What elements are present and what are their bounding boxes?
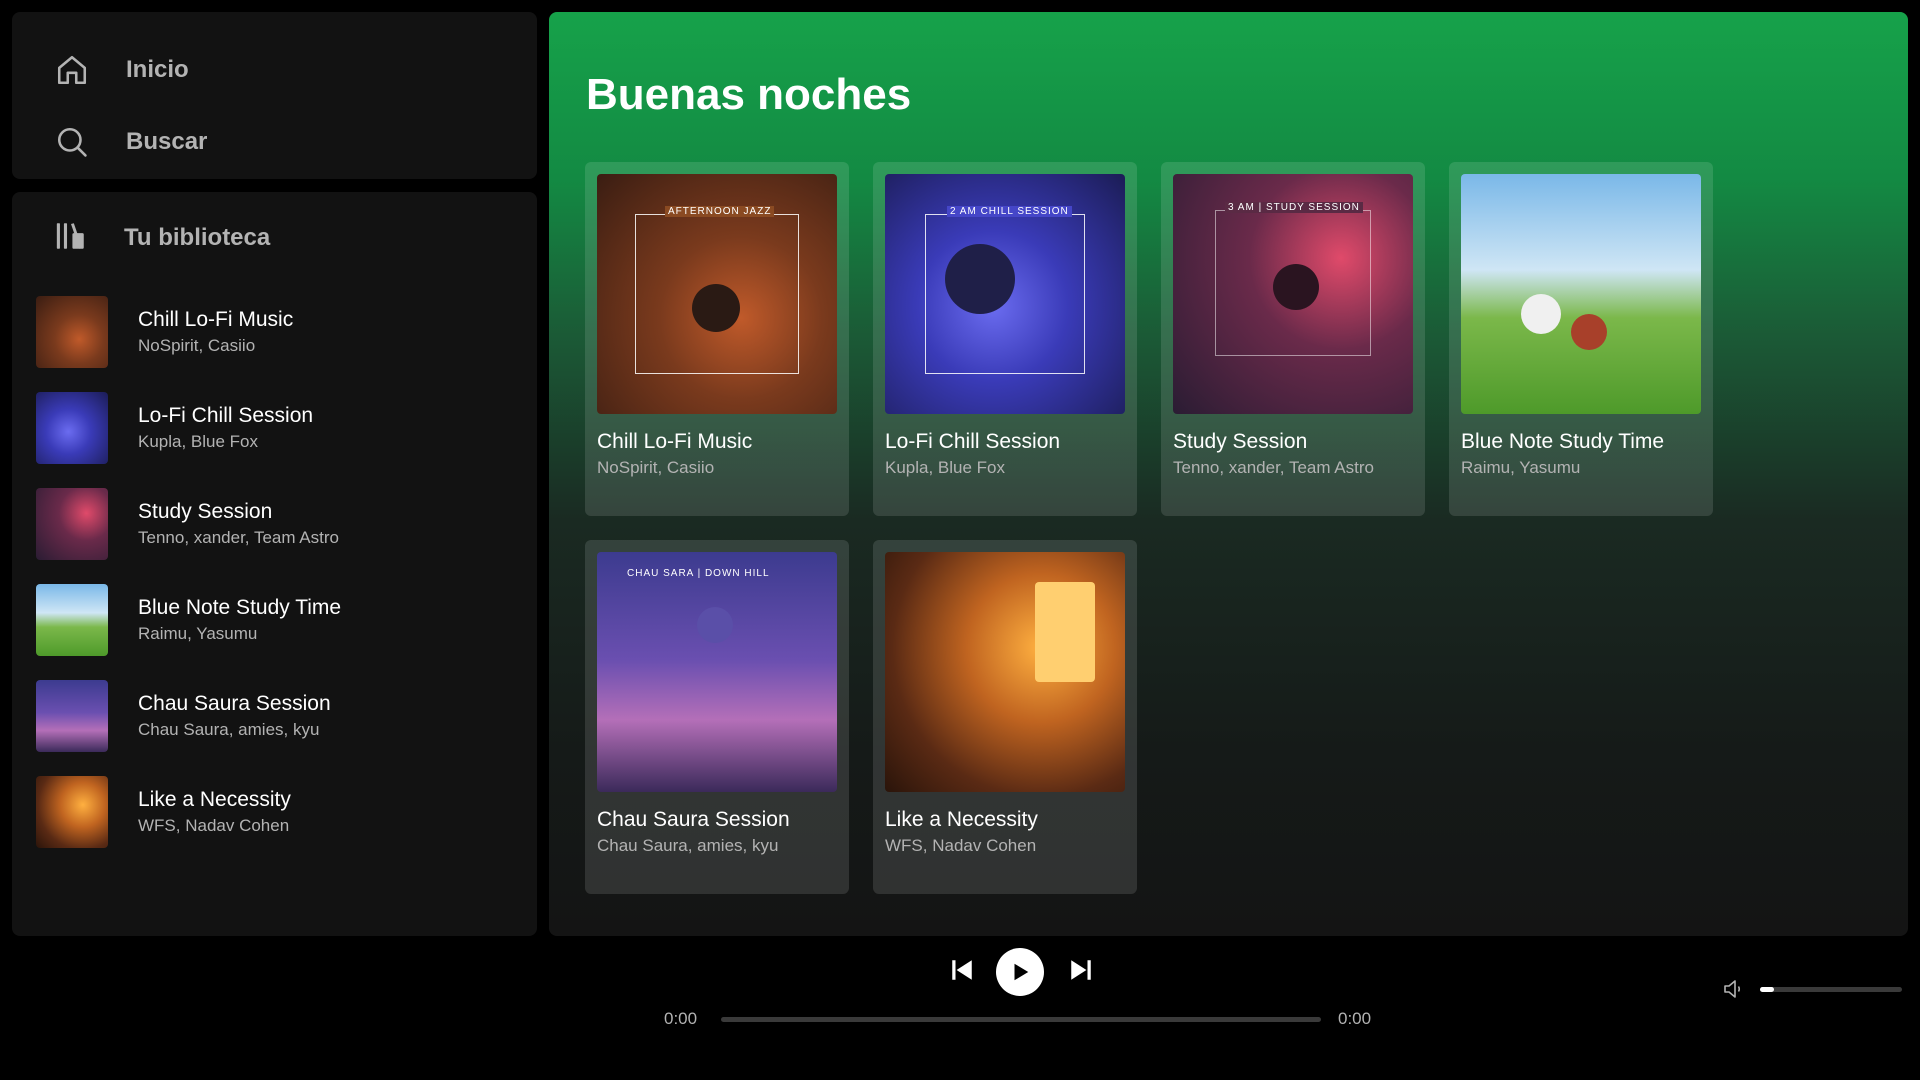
nav-search-label: Buscar	[126, 128, 208, 155]
playlist-card[interactable]: AFTERNOON JAZZ Chill Lo-Fi Music NoSpiri…	[585, 162, 849, 516]
card-artists: WFS, Nadav Cohen	[885, 836, 1037, 855]
library-item-title: Chill Lo-Fi Music	[138, 308, 294, 331]
card-artists: Raimu, Yasumu	[1461, 458, 1581, 477]
library-list: Chill Lo-Fi Music NoSpirit, Casiio Lo-Fi…	[12, 284, 537, 860]
card-title: Lo-Fi Chill Session	[885, 430, 1061, 453]
playlist-card[interactable]: 3 AM | STUDY SESSION Study Session Tenno…	[1161, 162, 1425, 516]
previous-button[interactable]	[944, 952, 980, 988]
library-header[interactable]: Tu biblioteca	[12, 192, 537, 284]
cover-text: 3 AM | STUDY SESSION	[1225, 202, 1363, 213]
card-artists: Tenno, xander, Team Astro	[1173, 458, 1374, 477]
card-artists: Kupla, Blue Fox	[885, 458, 1006, 477]
playlist-card[interactable]: CHAU SARA | DOWN HILL Chau Saura Session…	[585, 540, 849, 894]
playlist-cover	[36, 584, 108, 656]
library-item-title: Like a Necessity	[138, 788, 291, 811]
volume-slider[interactable]	[1760, 987, 1902, 992]
elapsed-time: 0:00	[664, 1009, 698, 1028]
play-icon	[1014, 963, 1029, 981]
cover-text: CHAU SARA | DOWN HILL	[627, 568, 770, 579]
volume-button[interactable]	[1720, 975, 1748, 1003]
card-artists: Chau Saura, amies, kyu	[597, 836, 779, 855]
duration-time: 0:00	[1338, 1009, 1372, 1028]
sidebar-nav: Inicio Buscar	[12, 12, 537, 179]
previous-icon	[952, 960, 972, 980]
library-item-title: Chau Saura Session	[138, 692, 331, 715]
playlist-cover: 3 AM | STUDY SESSION	[1173, 174, 1413, 414]
playlist-cover: 2 AM CHILL SESSION	[885, 174, 1125, 414]
home-icon	[54, 52, 90, 88]
library-item[interactable]: Like a Necessity WFS, Nadav Cohen	[36, 764, 537, 860]
nav-home-label: Inicio	[126, 56, 189, 83]
library-panel: Tu biblioteca Chill Lo-Fi Music NoSpirit…	[12, 192, 537, 936]
playlist-cover	[36, 296, 108, 368]
main-panel: Buenas noches AFTERNOON JAZZ Chill Lo-Fi…	[549, 12, 1908, 936]
card-title: Like a Necessity	[885, 808, 1038, 831]
volume-level	[1760, 987, 1774, 992]
playlist-cover	[36, 488, 108, 560]
playlist-cover: CHAU SARA | DOWN HILL	[597, 552, 837, 792]
cover-text: 2 AM CHILL SESSION	[947, 206, 1072, 217]
page-title: Buenas noches	[586, 70, 912, 119]
library-item[interactable]: Lo-Fi Chill Session Kupla, Blue Fox	[36, 380, 537, 476]
library-item-artists: Chau Saura, amies, kyu	[138, 720, 320, 739]
card-title: Blue Note Study Time	[1461, 430, 1665, 453]
library-item[interactable]: Chau Saura Session Chau Saura, amies, ky…	[36, 668, 537, 764]
speaker-icon	[1724, 980, 1741, 998]
play-button[interactable]	[996, 948, 1044, 996]
search-icon	[54, 124, 90, 160]
card-title: Chau Saura Session	[597, 808, 790, 831]
library-item[interactable]: Chill Lo-Fi Music NoSpirit, Casiio	[36, 284, 537, 380]
library-item-artists: NoSpirit, Casiio	[138, 336, 256, 355]
library-item-artists: Tenno, xander, Team Astro	[138, 528, 339, 547]
next-icon	[1071, 960, 1091, 980]
library-item-title: Study Session	[138, 500, 273, 523]
library-item-title: Blue Note Study Time	[138, 596, 342, 619]
library-icon	[54, 219, 88, 258]
nav-home[interactable]: Inicio	[12, 34, 537, 106]
playlist-cover	[36, 776, 108, 848]
playlist-cover	[36, 680, 108, 752]
playlist-cover: AFTERNOON JAZZ	[597, 174, 837, 414]
playlist-card[interactable]: Blue Note Study Time Raimu, Yasumu	[1449, 162, 1713, 516]
playlist-card[interactable]: Like a Necessity WFS, Nadav Cohen	[873, 540, 1137, 894]
library-item[interactable]: Blue Note Study Time Raimu, Yasumu	[36, 572, 537, 668]
library-title: Tu biblioteca	[124, 224, 271, 251]
library-item-artists: WFS, Nadav Cohen	[138, 816, 290, 835]
progress-bar[interactable]	[721, 1017, 1321, 1022]
playlist-cover	[36, 392, 108, 464]
playlist-cover	[1461, 174, 1701, 414]
library-item-artists: Raimu, Yasumu	[138, 624, 258, 643]
library-item[interactable]: Study Session Tenno, xander, Team Astro	[36, 476, 537, 572]
nav-search[interactable]: Buscar	[12, 106, 537, 178]
playlist-cover	[885, 552, 1125, 792]
library-item-title: Lo-Fi Chill Session	[138, 404, 314, 427]
card-artists: NoSpirit, Casiio	[597, 458, 715, 477]
library-item-artists: Kupla, Blue Fox	[138, 432, 259, 451]
card-title: Study Session	[1173, 430, 1308, 453]
card-title: Chill Lo-Fi Music	[597, 430, 753, 453]
playlist-card[interactable]: 2 AM CHILL SESSION Lo-Fi Chill Session K…	[873, 162, 1137, 516]
next-button[interactable]	[1063, 952, 1099, 988]
cover-text: AFTERNOON JAZZ	[665, 206, 775, 217]
